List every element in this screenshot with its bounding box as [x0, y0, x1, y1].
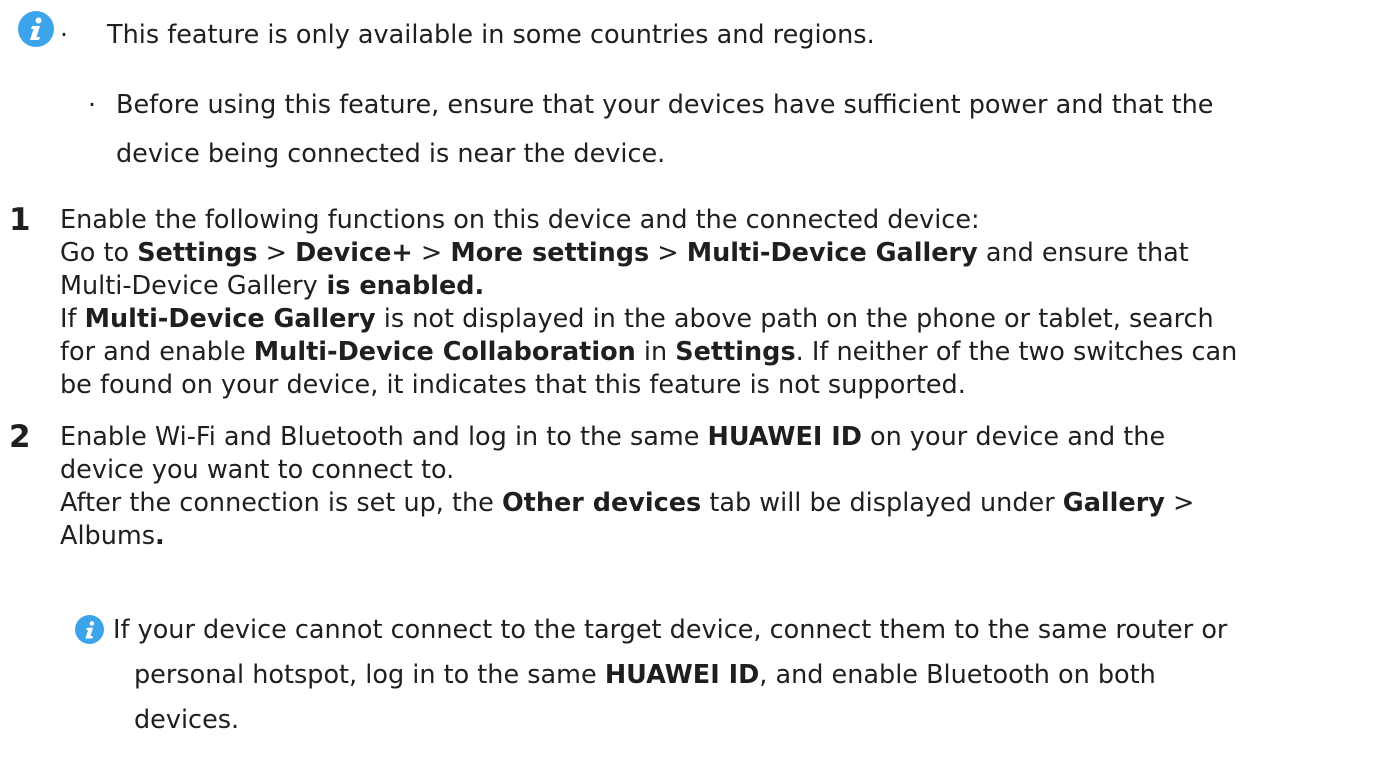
text-run: >	[412, 238, 451, 268]
text-run: devices.	[134, 705, 240, 735]
text-run: is not displayed in the above path on th…	[375, 304, 1214, 334]
document-page: · This feature is only available in some…	[0, 0, 1380, 764]
note-item: This feature is only available in some c…	[107, 20, 875, 50]
note-line: devices.	[134, 697, 239, 743]
text-run: and ensure that	[977, 238, 1189, 268]
step-number: 2	[9, 419, 31, 455]
bold-term: Other devices	[501, 488, 702, 518]
step-number: 1	[9, 202, 31, 238]
bullet-dot: ·	[60, 20, 68, 49]
info-icon	[18, 11, 54, 47]
text-run: in	[635, 337, 676, 367]
text-run: >	[1164, 488, 1195, 518]
step-line: be found on your device, it indicates th…	[60, 369, 966, 402]
text-run: Multi-Device Gallery	[60, 271, 318, 301]
text-run: Enable the following functions on this d…	[60, 205, 980, 235]
note-line: If your device cannot connect to the tar…	[113, 607, 1227, 653]
bold-term: More settings	[450, 238, 650, 268]
text-run: >	[649, 238, 687, 268]
bold-term: Settings	[675, 337, 796, 367]
note-item-continuation: device being connected is near the devic…	[116, 139, 666, 169]
bold-term: Multi-Device Gallery	[84, 304, 376, 334]
bold-term: .	[155, 521, 165, 551]
step-line: If Multi-Device Gallery is not displayed…	[60, 303, 1214, 336]
text-run: If	[60, 304, 85, 334]
bold-term: Multi-Device Gallery	[686, 238, 978, 268]
text-run: After the connection is set up, the	[60, 488, 502, 518]
bold-term: Multi-Device Collaboration	[253, 337, 636, 367]
text-run: on your device and the	[861, 422, 1166, 452]
text-run: >	[257, 238, 296, 268]
text-run: If your device cannot connect to the tar…	[113, 615, 1228, 645]
bullet-dot: ·	[88, 90, 96, 119]
text-run: device you want to connect to.	[60, 455, 455, 485]
step-line: device you want to connect to.	[60, 454, 454, 487]
text-run: Go to	[60, 238, 138, 268]
step-line: Enable the following functions on this d…	[60, 204, 980, 237]
step-line: After the connection is set up, the Othe…	[60, 487, 1194, 520]
bold-term: HUAWEI ID	[707, 422, 862, 452]
text-run: for and enable	[60, 337, 254, 367]
text-run: be found on your device, it indicates th…	[60, 370, 966, 400]
step-line: Multi-Device Gallery is enabled.	[60, 270, 484, 303]
bold-term: HUAWEI ID	[604, 660, 760, 690]
step-line: Go to Settings > Device+ > More settings…	[60, 237, 1189, 270]
text-run: tab will be displayed under	[701, 488, 1063, 518]
bold-term: Gallery	[1062, 488, 1165, 518]
note-line: personal hotspot, log in to the same HUA…	[134, 652, 1156, 698]
text-run: , and enable Bluetooth on both	[759, 660, 1156, 690]
bold-term: Device+	[295, 238, 413, 268]
text-run: Albums	[60, 521, 156, 551]
note-item: Before using this feature, ensure that y…	[116, 90, 1214, 120]
step-line: for and enable Multi-Device Collaboratio…	[60, 336, 1237, 369]
text-run: Enable Wi-Fi and Bluetooth and log in to…	[60, 422, 708, 452]
text-run: . If neither of the two switches can	[795, 337, 1238, 367]
bold-term: is enabled.	[317, 271, 485, 301]
bold-term: Settings	[137, 238, 258, 268]
step-line: Albums.	[60, 520, 165, 553]
text-run: personal hotspot, log in to the same	[134, 660, 605, 690]
info-icon	[75, 615, 104, 644]
step-line: Enable Wi-Fi and Bluetooth and log in to…	[60, 421, 1165, 454]
